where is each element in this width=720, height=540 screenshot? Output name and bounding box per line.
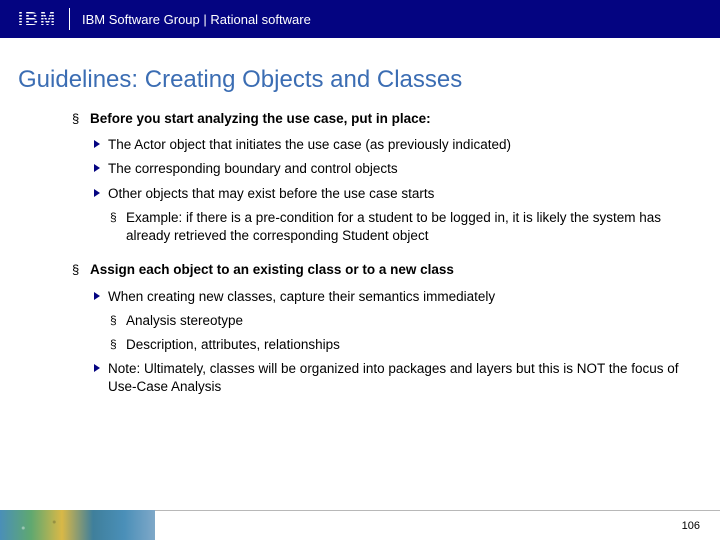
section-2-heading: Assign each object to an existing class … <box>90 261 680 279</box>
ibm-logo: IBM <box>18 9 57 30</box>
section-1-item-3: Other objects that may exist before the … <box>108 185 680 203</box>
section-2-item-2: Note: Ultimately, classes will be organi… <box>108 360 680 396</box>
section-2-item-1: When creating new classes, capture their… <box>108 288 680 306</box>
footer-decorative-strip <box>0 510 155 540</box>
section-1-item-2: The corresponding boundary and control o… <box>108 160 680 178</box>
footer-right: 106 <box>155 510 720 540</box>
section-1-item-3-example: Example: if there is a pre-condition for… <box>126 209 680 245</box>
section-1-heading: Before you start analyzing the use case,… <box>90 110 680 128</box>
section-2-item-1a: Analysis stereotype <box>126 312 680 330</box>
header-divider <box>69 8 70 30</box>
section-2-item-1b: Description, attributes, relationships <box>126 336 680 354</box>
page-title: Guidelines: Creating Objects and Classes <box>0 38 720 104</box>
slide-content: Before you start analyzing the use case,… <box>0 104 720 397</box>
header-group-text: IBM Software Group | Rational software <box>82 12 311 27</box>
page-number: 106 <box>682 520 700 532</box>
footer: 106 <box>0 510 720 540</box>
section-1-item-1: The Actor object that initiates the use … <box>108 136 680 154</box>
header-bar: IBM IBM Software Group | Rational softwa… <box>0 0 720 38</box>
